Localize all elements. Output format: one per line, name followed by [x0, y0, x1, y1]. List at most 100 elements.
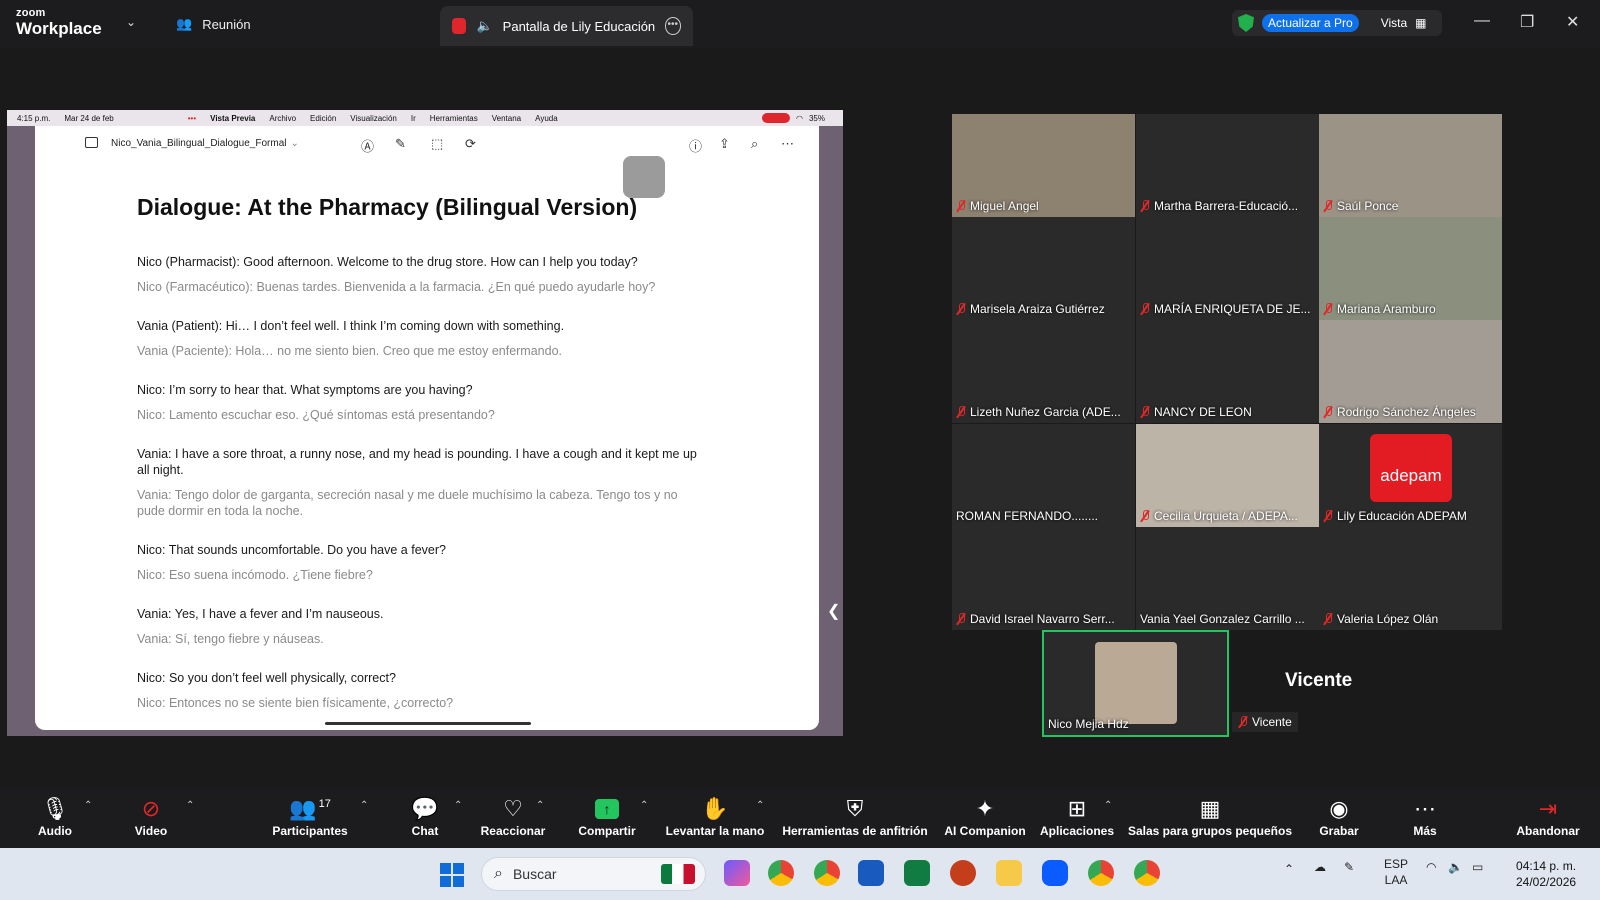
- dialogue-pair: Vania (Patient): Hi… I don’t feel well. …: [137, 318, 707, 359]
- document-filename[interactable]: Nico_Vania_Bilingual_Dialogue_Formal: [111, 138, 286, 149]
- participant-name: Lizeth Nuñez Garcia (ADE...: [956, 405, 1121, 419]
- horizontal-scrollbar[interactable]: [325, 722, 531, 725]
- chevron-up-icon[interactable]: ⌃: [1284, 862, 1294, 876]
- ai-companion-button[interactable]: ✦ AI Companion: [944, 794, 1026, 838]
- copilot-icon[interactable]: [724, 860, 750, 886]
- chevron-down-icon[interactable]: ⌄: [290, 138, 298, 149]
- participant-tile[interactable]: adepam Lily Educación ADEPAM: [1319, 424, 1502, 527]
- participant-tile[interactable]: Miguel Angel: [952, 114, 1135, 217]
- menu-item: Vista Previa: [210, 113, 256, 123]
- participants-button[interactable]: 👥 17 Participantes: [270, 794, 350, 838]
- participant-tile[interactable]: Martha Barrera-Educació...: [1136, 114, 1319, 217]
- participant-tile[interactable]: Marisela Araiza Gutiérrez: [952, 217, 1135, 320]
- participant-tile[interactable]: Cecilia Urquieta / ADEPA...: [1136, 424, 1319, 527]
- chevron-up-icon[interactable]: ⌃: [640, 800, 648, 811]
- excel-icon[interactable]: [904, 860, 930, 886]
- participant-tile[interactable]: Lizeth Nuñez Garcia (ADE...: [952, 320, 1135, 423]
- volume-icon[interactable]: 🔈: [1448, 860, 1463, 874]
- chevron-up-icon[interactable]: ⌃: [360, 800, 368, 811]
- cloud-icon[interactable]: ☁: [1314, 860, 1326, 874]
- upgrade-button[interactable]: Actualizar a Pro: [1262, 14, 1359, 32]
- participant-tile[interactable]: MARÍA ENRIQUETA DE JE...: [1136, 217, 1319, 320]
- chevron-left-icon[interactable]: ❮: [827, 601, 840, 621]
- wifi-icon[interactable]: ◠: [1426, 860, 1436, 874]
- participant-name: Cecilia Urquieta / ADEPA...: [1140, 509, 1298, 523]
- grid-view-icon[interactable]: ▦: [1415, 16, 1426, 30]
- select-icon[interactable]: ⬚: [431, 136, 443, 152]
- rotate-icon[interactable]: ⟳: [465, 136, 476, 152]
- participant-tile[interactable]: Mariana Aramburo: [1319, 217, 1502, 320]
- pen-icon[interactable]: ✎: [1344, 860, 1354, 874]
- people-icon: 👥: [176, 16, 193, 31]
- breakout-rooms-button[interactable]: ▦ Salas para grupos pequeños: [1126, 794, 1294, 838]
- sidebar-icon[interactable]: [85, 137, 98, 148]
- active-speaker-tile[interactable]: Nico Mejia Hdz: [1042, 630, 1229, 737]
- zoom-workplace-logo[interactable]: zoom Workplace: [16, 8, 102, 38]
- meeting-tab[interactable]: 👥 Reunión: [176, 16, 251, 32]
- chevron-up-icon[interactable]: ⌃: [186, 800, 194, 811]
- shared-screen[interactable]: 4:15 p.m. Mar 24 de feb ••• Vista Previa…: [7, 110, 843, 736]
- participant-tile[interactable]: Vania Yael Gonzalez Carrillo ...: [1136, 527, 1319, 630]
- no-video-name: Vicente: [1285, 670, 1353, 691]
- share-icon[interactable]: ⇪: [719, 136, 730, 152]
- windows-start-icon[interactable]: [440, 863, 464, 887]
- word-icon[interactable]: [858, 860, 884, 886]
- restore-icon[interactable]: ❐: [1520, 12, 1534, 32]
- share-button[interactable]: ↑ Compartir: [576, 794, 638, 838]
- taskbar-search[interactable]: ⌕ Buscar: [481, 857, 706, 891]
- chevron-up-icon[interactable]: ⌃: [454, 800, 462, 811]
- floating-widget[interactable]: [623, 156, 665, 198]
- participant-tile[interactable]: Saúl Ponce: [1319, 114, 1502, 217]
- share-screen-icon: ↑: [576, 794, 638, 824]
- chrome-icon[interactable]: [814, 860, 840, 886]
- participant-name: Valeria López Olán: [1323, 612, 1438, 626]
- info-icon[interactable]: ⓘ: [689, 136, 702, 155]
- sign-icon[interactable]: ✎: [395, 136, 406, 152]
- apps-button[interactable]: ⊞ Aplicaciones: [1040, 794, 1114, 838]
- view-button[interactable]: Vista: [1381, 16, 1407, 30]
- audio-button[interactable]: 🎙 Audio: [34, 794, 76, 838]
- close-icon[interactable]: ✕: [1566, 12, 1579, 32]
- chevron-up-icon[interactable]: ⌃: [536, 800, 544, 811]
- participant-name: Mariana Aramburo: [1323, 302, 1436, 316]
- participant-tile[interactable]: Rodrigo Sánchez Ángeles: [1319, 320, 1502, 423]
- video-button[interactable]: ⊘ Video: [130, 794, 172, 838]
- taskbar-clock[interactable]: 04:14 p. m. 24/02/2026: [1516, 858, 1576, 890]
- more-button[interactable]: ⋯ Más: [1408, 794, 1442, 838]
- participant-tile[interactable]: David Israel Navarro Serr...: [952, 527, 1135, 630]
- menubar-date: Mar 24 de feb: [64, 113, 114, 123]
- battery-icon[interactable]: ▭: [1472, 860, 1483, 874]
- chevron-up-icon[interactable]: ⌃: [1104, 800, 1112, 811]
- chevron-up-icon[interactable]: ⌃: [84, 800, 92, 811]
- raise-hand-button[interactable]: ✋ Levantar la mano: [664, 794, 766, 838]
- participant-tile[interactable]: ROMAN FERNANDO........: [952, 424, 1135, 527]
- record-button[interactable]: ◉ Grabar: [1316, 794, 1362, 838]
- chrome-icon[interactable]: [1134, 860, 1160, 886]
- participant-tile[interactable]: Valeria López Olán: [1319, 527, 1502, 630]
- chevron-down-icon[interactable]: ⌄: [126, 15, 136, 29]
- dialogue-pair: Nico (Pharmacist): Good afternoon. Welco…: [137, 254, 707, 295]
- chat-button[interactable]: 💬 Chat: [408, 794, 442, 838]
- chrome-icon[interactable]: [768, 860, 794, 886]
- english-line: Vania: Yes, I have a fever and I’m nause…: [137, 607, 384, 621]
- dialogue-pair: Nico: So you don’t feel well physically,…: [137, 670, 707, 711]
- powerpoint-icon[interactable]: [950, 860, 976, 886]
- mic-muted-icon: [1323, 406, 1333, 418]
- search-icon: ⌕: [494, 865, 503, 882]
- minimize-icon[interactable]: —: [1474, 12, 1490, 30]
- participant-tile[interactable]: NANCY DE LEON: [1136, 320, 1319, 423]
- chevron-up-icon[interactable]: ⌃: [756, 800, 764, 811]
- search-icon[interactable]: ⌕: [751, 136, 758, 152]
- participant-name: David Israel Navarro Serr...: [956, 612, 1115, 626]
- mic-muted-icon: [1323, 200, 1333, 212]
- markup-icon[interactable]: Ⓐ: [361, 136, 374, 155]
- host-tools-button[interactable]: ⛨ Herramientas de anfitrión: [780, 794, 930, 838]
- chrome-icon[interactable]: [1088, 860, 1114, 886]
- language-indicator[interactable]: ESP LAA: [1384, 856, 1408, 888]
- screen-share-tab[interactable]: 🔈 Pantalla de Lily Educación AI •••: [440, 6, 693, 46]
- file-explorer-icon[interactable]: [996, 860, 1022, 886]
- leave-button[interactable]: ⇥ Abandonar: [1514, 794, 1582, 838]
- more-icon[interactable]: ⋯: [781, 136, 794, 152]
- more-icon[interactable]: •••: [664, 17, 681, 35]
- zoom-icon[interactable]: [1042, 860, 1068, 886]
